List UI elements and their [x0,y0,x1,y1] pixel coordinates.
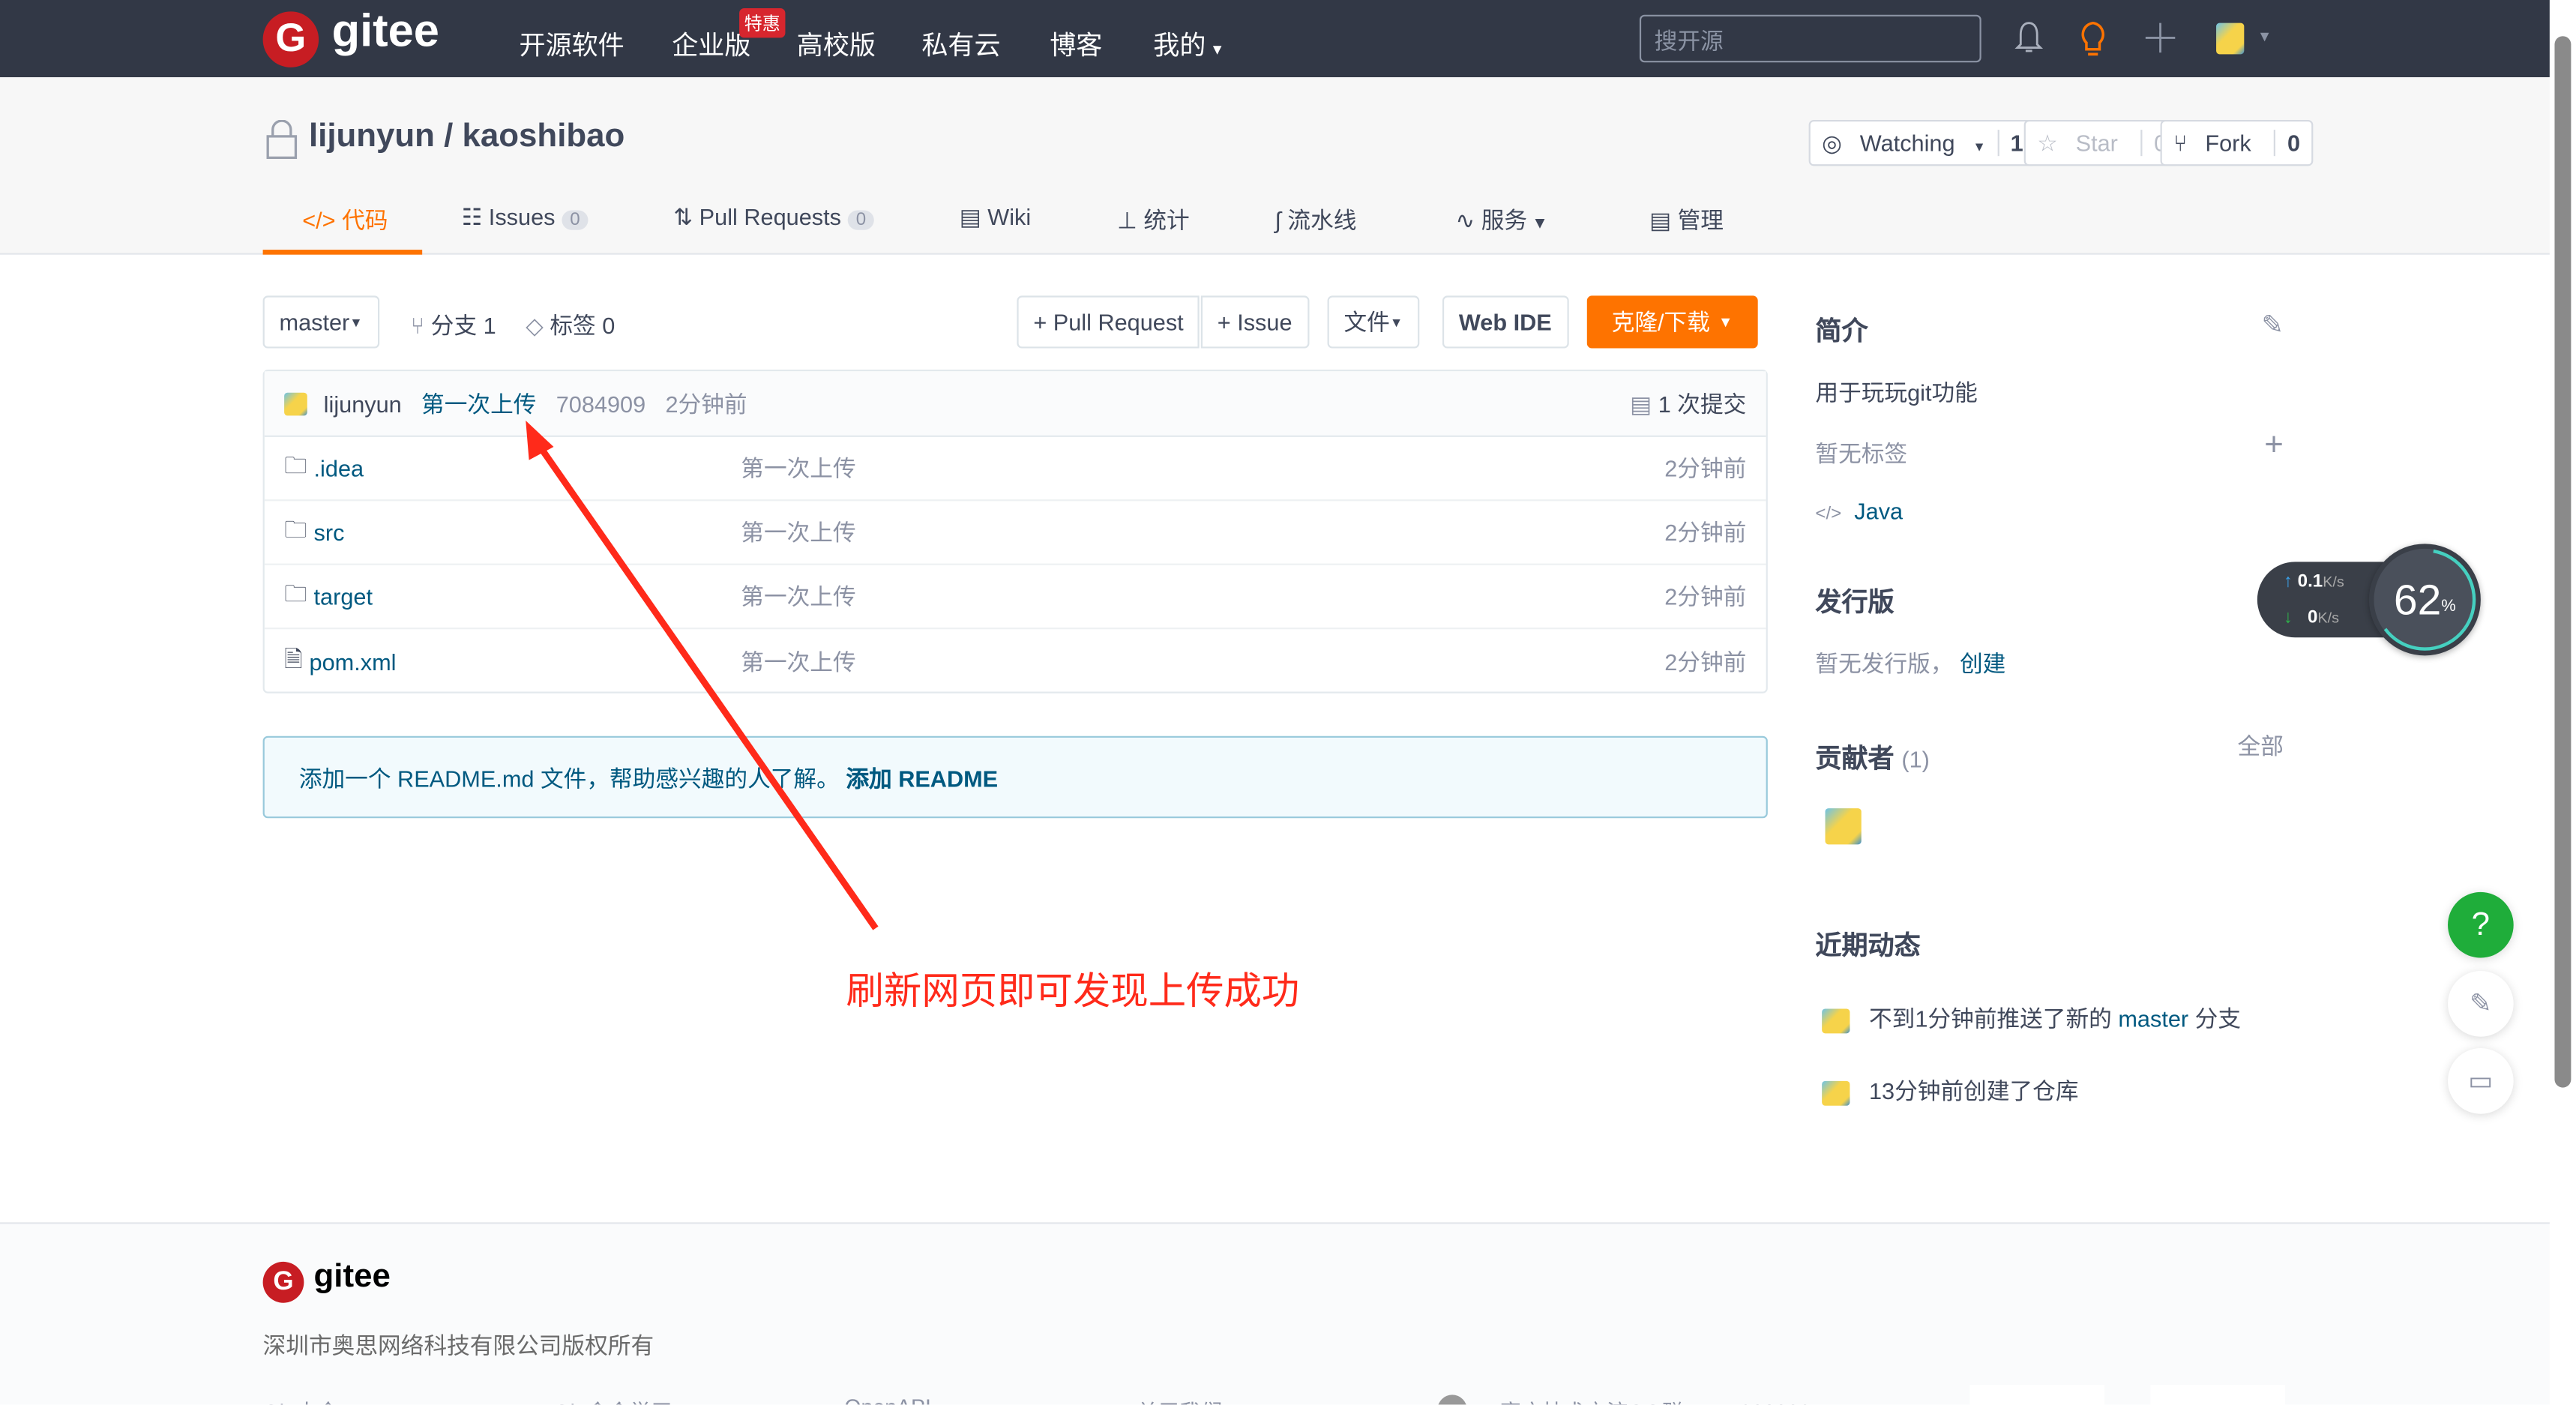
star-button[interactable]: ☆ Star0 [2023,119,2180,166]
add-tag-icon[interactable]: + [2264,427,2284,465]
intro-title: 简介 [1815,319,1868,347]
footer-link[interactable]: Git 命令学习 [553,1395,672,1405]
contributor-avatar[interactable] [1825,808,1862,845]
footer: G gitee 深圳市奥思网络科技有限公司版权所有 Git 大全 Git 命令学… [0,1222,2550,1405]
no-release-text: 暂无发行版， [1815,650,1954,677]
no-tags-text: 暂无标签 [1815,440,1908,467]
chat-button[interactable]: ▭ [2448,1048,2514,1114]
contributors-title: 贡献者 [1815,745,1895,774]
fork-label: ⑂ Fork [2173,130,2251,157]
memory-gauge[interactable]: 62% [2368,544,2481,656]
watch-label: ◎ Watching ▼ [1822,129,1986,156]
language-link[interactable]: Java [1854,498,1903,524]
page: G gitee 开源软件 企业版 特惠 高校版 私有云 博客 我的 ▼ 搜开源 … [0,0,2576,1405]
qq-icon [1437,1395,1467,1405]
intro-text: 用于玩玩git功能 [1815,379,1978,406]
code-icon: </> [1815,504,1842,525]
caret-down-icon[interactable]: ▼ [2257,28,2272,44]
branch-link[interactable]: master [2118,1005,2188,1032]
activity-avatar[interactable] [1822,1008,1850,1033]
contributors-count: (1) [1901,745,1930,772]
chat-icon: ▭ [2468,1068,2494,1096]
create-release-link[interactable]: 创建 [1960,651,2005,677]
footer-link[interactable]: OpenAPI [844,1395,931,1404]
footer-logo-icon: G [262,1261,304,1303]
qr-code-image [1969,1385,2105,1405]
qr-code-image [2150,1385,2286,1405]
footer-brand: gitee [313,1258,391,1295]
sidebar: 简介 ✎ 用于玩玩git功能 暂无标签 + </> Java 发行版 暂无发行版… [1815,309,2284,1107]
feedback-button[interactable]: ✎ [2448,971,2514,1037]
activity-item: 不到1分钟前推送了新的 master 分支 [1815,1002,2284,1035]
bell-icon[interactable] [2014,19,2044,55]
fork-count[interactable]: 0 [2274,130,2311,157]
footer-link[interactable]: Git 大全 [263,1395,339,1405]
edit-icon: ✎ [2470,990,2492,1019]
footer-qq-group[interactable]: 官方技术交流QQ群：777320883 [1500,1395,1811,1405]
activity-avatar[interactable] [1822,1080,1850,1106]
scrollbar[interactable] [2549,0,2576,1405]
release-title: 发行版 [1815,589,1895,618]
annotation-text: 刷新网页即可发现上传成功 [846,969,1300,1012]
watch-button[interactable]: ◎ Watching ▼ 1 [1808,119,2037,166]
plus-icon[interactable] [2144,21,2177,54]
arrow-shaft [532,438,879,930]
lightbulb-icon[interactable] [2077,19,2110,59]
star-label: ☆ Star [2037,129,2118,156]
upload-arrow-icon: ↑ [2283,571,2293,592]
activity-item: 13分钟前创建了仓库 [1815,1074,2284,1107]
arrow-head [526,420,554,460]
gauge-arc [2374,548,2476,651]
activity-title: 近期动态 [1815,933,1921,961]
fork-button[interactable]: ⑂ Fork 0 [2160,119,2314,166]
edit-icon[interactable]: ✎ [2262,309,2284,342]
help-button[interactable]: ? [2448,891,2514,958]
copyright: 深圳市奥思网络科技有限公司版权所有 [262,1332,654,1359]
footer-link[interactable]: 关于我们 [1137,1395,1222,1405]
user-avatar[interactable] [2216,22,2245,55]
all-contributors-link[interactable]: 全部 [2238,729,2284,762]
download-arrow-icon: ↓ [2283,607,2293,628]
scrollbar-thumb[interactable] [2554,36,2572,1088]
